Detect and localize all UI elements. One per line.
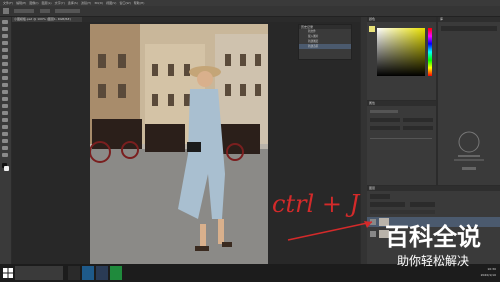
history-item[interactable]: 新建选区 [299,44,351,49]
stamp-tool-icon[interactable] [2,76,8,80]
gradient-tool-icon[interactable] [2,97,8,101]
library-cloud-icon [458,131,480,153]
hand-tool-icon[interactable] [2,146,8,150]
toolbox [0,17,11,264]
properties-panel: 属性 [367,101,436,185]
annotation-overlay: ctrl + J [272,190,373,241]
foreground-swatch[interactable] [369,26,375,32]
photoshop-taskbar-icon[interactable] [96,266,108,280]
dodge-tool-icon[interactable] [2,111,8,115]
library-panel: 库 [438,17,500,185]
canvas-photo[interactable] [90,24,268,264]
document-tab-label: 小图模板.psd @ 100% (图层1, RGB/8#) [14,17,71,21]
move-tool-icon[interactable] [2,20,8,24]
lasso-tool-icon[interactable] [2,34,8,38]
marquee-tool-icon[interactable] [2,27,8,31]
options-bar [0,6,500,17]
eyedropper-tool-icon[interactable] [2,55,8,59]
watermark-title: 百科全说 [385,223,481,251]
crop-tool-icon[interactable] [2,48,8,52]
opacity-field[interactable] [410,202,435,207]
pen-tool-icon[interactable] [2,118,8,122]
annotation-arrow [287,221,373,241]
blur-tool-icon[interactable] [2,104,8,108]
edge-browser-icon[interactable] [82,266,94,280]
healing-tool-icon[interactable] [2,62,8,66]
brush-tool-icon[interactable] [2,69,8,73]
path-select-tool-icon[interactable] [2,132,8,136]
windows-start-icon[interactable] [3,268,13,278]
wechat-icon[interactable] [110,266,122,280]
taskbar-search-box[interactable] [15,266,63,280]
quick-select-tool-icon[interactable] [2,41,8,45]
eraser-tool-icon[interactable] [2,90,8,94]
watermark: 百科全说 助你轻松解决 [373,222,493,274]
zoom-tool-icon[interactable] [2,153,8,157]
tool-preset-icon[interactable] [3,8,9,14]
task-view-icon[interactable] [68,266,80,280]
color-panel: 颜色 [367,17,436,100]
type-tool-icon[interactable] [2,125,8,129]
history-brush-tool-icon[interactable] [2,83,8,87]
hue-slider[interactable] [428,28,432,76]
watermark-subtitle: 助你轻松解决 [396,254,469,268]
background-color-swatch[interactable] [4,166,9,171]
shape-tool-icon[interactable] [2,139,8,143]
annotation-text: ctrl + J [272,190,361,218]
history-panel: 历史记录 新文件 载入图片 新建图层 新建选区 [298,24,352,60]
